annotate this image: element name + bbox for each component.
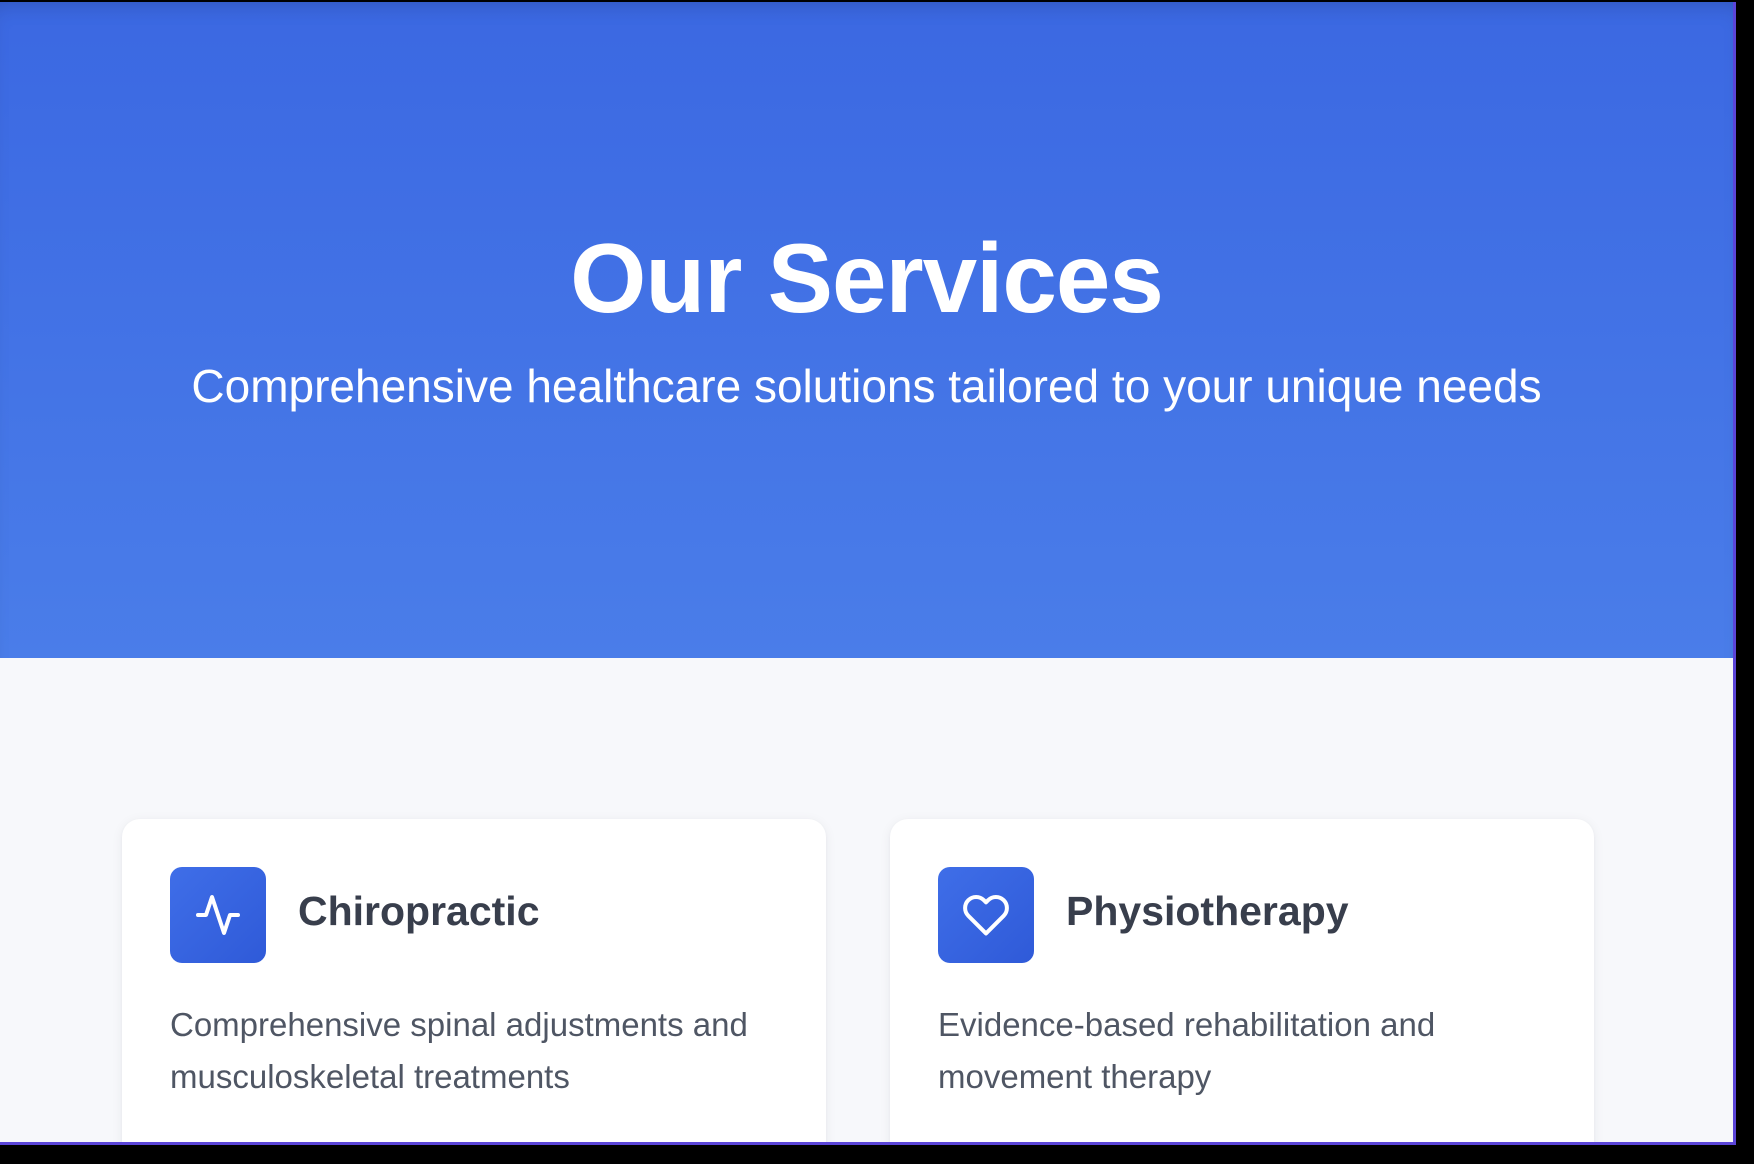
service-title: Chiropractic xyxy=(298,888,540,934)
heart-icon xyxy=(938,867,1034,963)
page-title: Our Services xyxy=(570,222,1164,333)
hero-subtitle: Comprehensive healthcare solutions tailo… xyxy=(191,360,1542,412)
service-description: Comprehensive spinal adjustments and mus… xyxy=(170,1006,748,1095)
service-card-chiropractic[interactable]: Chiropractic Comprehensive spinal adjust… xyxy=(122,819,826,1142)
service-card-physiotherapy[interactable]: Physiotherapy Evidence-based rehabilitat… xyxy=(890,819,1594,1142)
activity-icon xyxy=(170,867,266,963)
service-title: Physiotherapy xyxy=(1066,888,1349,934)
service-description: Evidence-based rehabilitation and moveme… xyxy=(938,1006,1436,1095)
browser-viewport: Our Services Comprehensive healthcare so… xyxy=(0,2,1736,1145)
hero-section: Our Services Comprehensive healthcare so… xyxy=(0,2,1733,658)
